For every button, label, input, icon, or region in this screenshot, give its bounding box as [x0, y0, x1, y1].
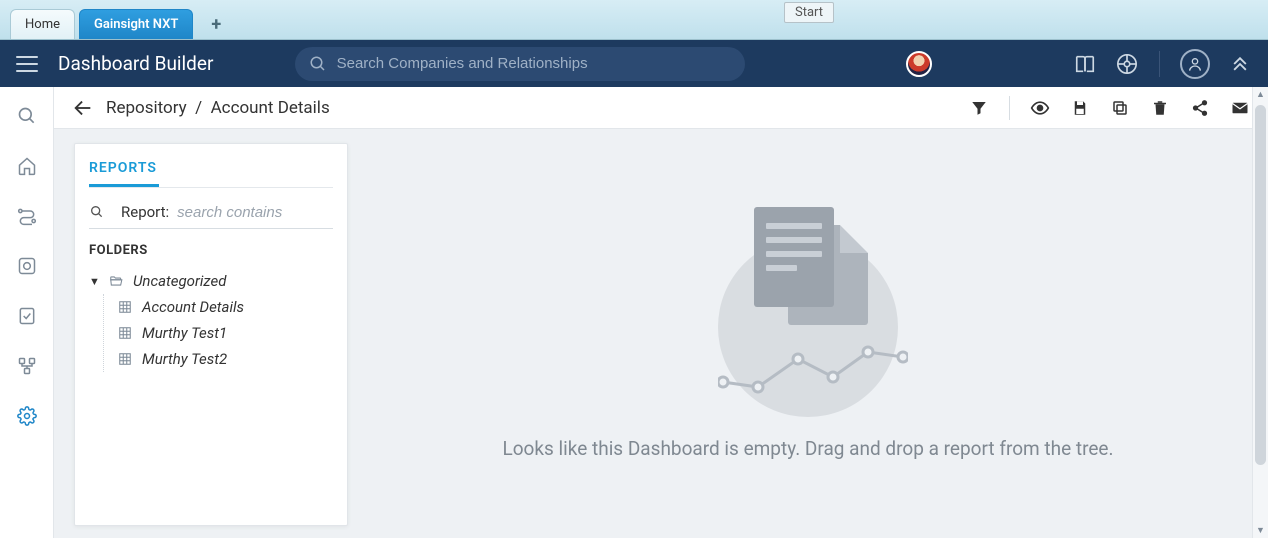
report-item-murthy-test2[interactable]: Murthy Test2 — [116, 346, 333, 372]
browser-tab-bar: Home Gainsight NXT + Start — [0, 0, 1268, 40]
browser-tab-gainsight[interactable]: Gainsight NXT — [79, 9, 193, 39]
grid-icon — [116, 326, 134, 340]
empty-message: Looks like this Dashboard is empty. Drag… — [502, 437, 1113, 460]
header-icon-group — [1073, 49, 1252, 79]
browser-tab-add-button[interactable]: + — [203, 11, 229, 37]
scroll-down-arrow-icon[interactable]: ▼ — [1253, 525, 1268, 536]
report-item-label: Account Details — [142, 298, 244, 316]
rail-settings-icon[interactable] — [16, 405, 38, 427]
separator — [1159, 51, 1160, 77]
main-region: Repository / Account Details — [54, 87, 1268, 538]
network-icon[interactable] — [1115, 52, 1139, 76]
folder-name: Uncategorized — [133, 272, 226, 290]
breadcrumb: Repository / Account Details — [106, 98, 330, 118]
folders-tree: ▼ Uncategorized Account Details — [89, 268, 333, 372]
email-icon[interactable] — [1230, 98, 1250, 118]
divider — [89, 187, 333, 188]
search-icon — [309, 55, 327, 73]
report-item-murthy-test1[interactable]: Murthy Test1 — [116, 320, 333, 346]
empty-illustration — [708, 207, 908, 407]
rail-checklist-icon[interactable] — [16, 305, 38, 327]
user-icon[interactable] — [1180, 49, 1210, 79]
left-nav-rail — [0, 87, 54, 538]
rail-hierarchy-icon[interactable] — [16, 355, 38, 377]
folder-open-icon — [107, 274, 125, 288]
report-search-label: Report: — [121, 203, 169, 221]
collapse-up-icon[interactable] — [1228, 52, 1252, 76]
browser-tab-home-label: Home — [25, 17, 60, 32]
report-item-account-details[interactable]: Account Details — [116, 294, 333, 320]
search-icon[interactable] — [89, 204, 105, 220]
sparkline-icon — [718, 337, 908, 397]
report-search-row: Report: — [89, 202, 333, 229]
rail-home-icon[interactable] — [16, 155, 38, 177]
app-header: Dashboard Builder — [0, 40, 1268, 87]
filter-icon[interactable] — [969, 98, 989, 118]
folder-row-uncategorized[interactable]: ▼ Uncategorized — [89, 268, 333, 294]
report-item-label: Murthy Test2 — [142, 350, 227, 368]
grid-icon — [116, 352, 134, 366]
start-tag[interactable]: Start — [784, 2, 834, 23]
rail-journey-icon[interactable] — [16, 205, 38, 227]
reports-tab-label: REPORTS — [89, 160, 157, 176]
reports-panel: REPORTS Report: FOLDERS ▼ — [74, 143, 348, 526]
browser-tab-home[interactable]: Home — [10, 9, 75, 39]
vertical-scrollbar[interactable]: ▲ ▼ — [1252, 129, 1268, 538]
page-title: Dashboard Builder — [58, 52, 213, 75]
global-search-input[interactable] — [295, 47, 745, 81]
canvas-area: REPORTS Report: FOLDERS ▼ — [54, 129, 1268, 538]
start-tag-label: Start — [795, 5, 823, 20]
book-icon[interactable] — [1073, 52, 1097, 76]
breadcrumb-bar: Repository / Account Details — [54, 87, 1268, 129]
grid-icon — [116, 300, 134, 314]
folders-heading: FOLDERS — [89, 243, 333, 258]
reports-tab[interactable]: REPORTS — [89, 160, 333, 186]
crumb-root[interactable]: Repository — [106, 98, 187, 118]
browser-tab-gainsight-label: Gainsight NXT — [94, 17, 178, 32]
caret-down-icon: ▼ — [89, 275, 99, 288]
dashboard-empty-state[interactable]: Looks like this Dashboard is empty. Drag… — [348, 129, 1268, 538]
save-icon[interactable] — [1070, 98, 1090, 118]
preview-icon[interactable] — [1030, 98, 1050, 118]
folder-children: Account Details Murthy Test1 — [103, 294, 333, 372]
scroll-thumb[interactable] — [1255, 129, 1266, 465]
menu-hamburger-button[interactable] — [16, 53, 38, 75]
toolbar-actions — [969, 96, 1250, 120]
back-arrow-button[interactable] — [72, 97, 94, 119]
copy-icon[interactable] — [1110, 98, 1130, 118]
share-icon[interactable] — [1190, 98, 1210, 118]
report-item-label: Murthy Test1 — [142, 324, 227, 342]
crumb-sep: / — [195, 98, 202, 118]
delete-icon[interactable] — [1150, 98, 1170, 118]
separator — [1009, 96, 1010, 120]
app-body: Repository / Account Details — [0, 87, 1268, 538]
rail-search-icon[interactable] — [16, 105, 38, 127]
rail-target-icon[interactable] — [16, 255, 38, 277]
avatar[interactable] — [906, 51, 932, 77]
global-search — [295, 47, 745, 81]
crumb-current: Account Details — [211, 98, 330, 118]
